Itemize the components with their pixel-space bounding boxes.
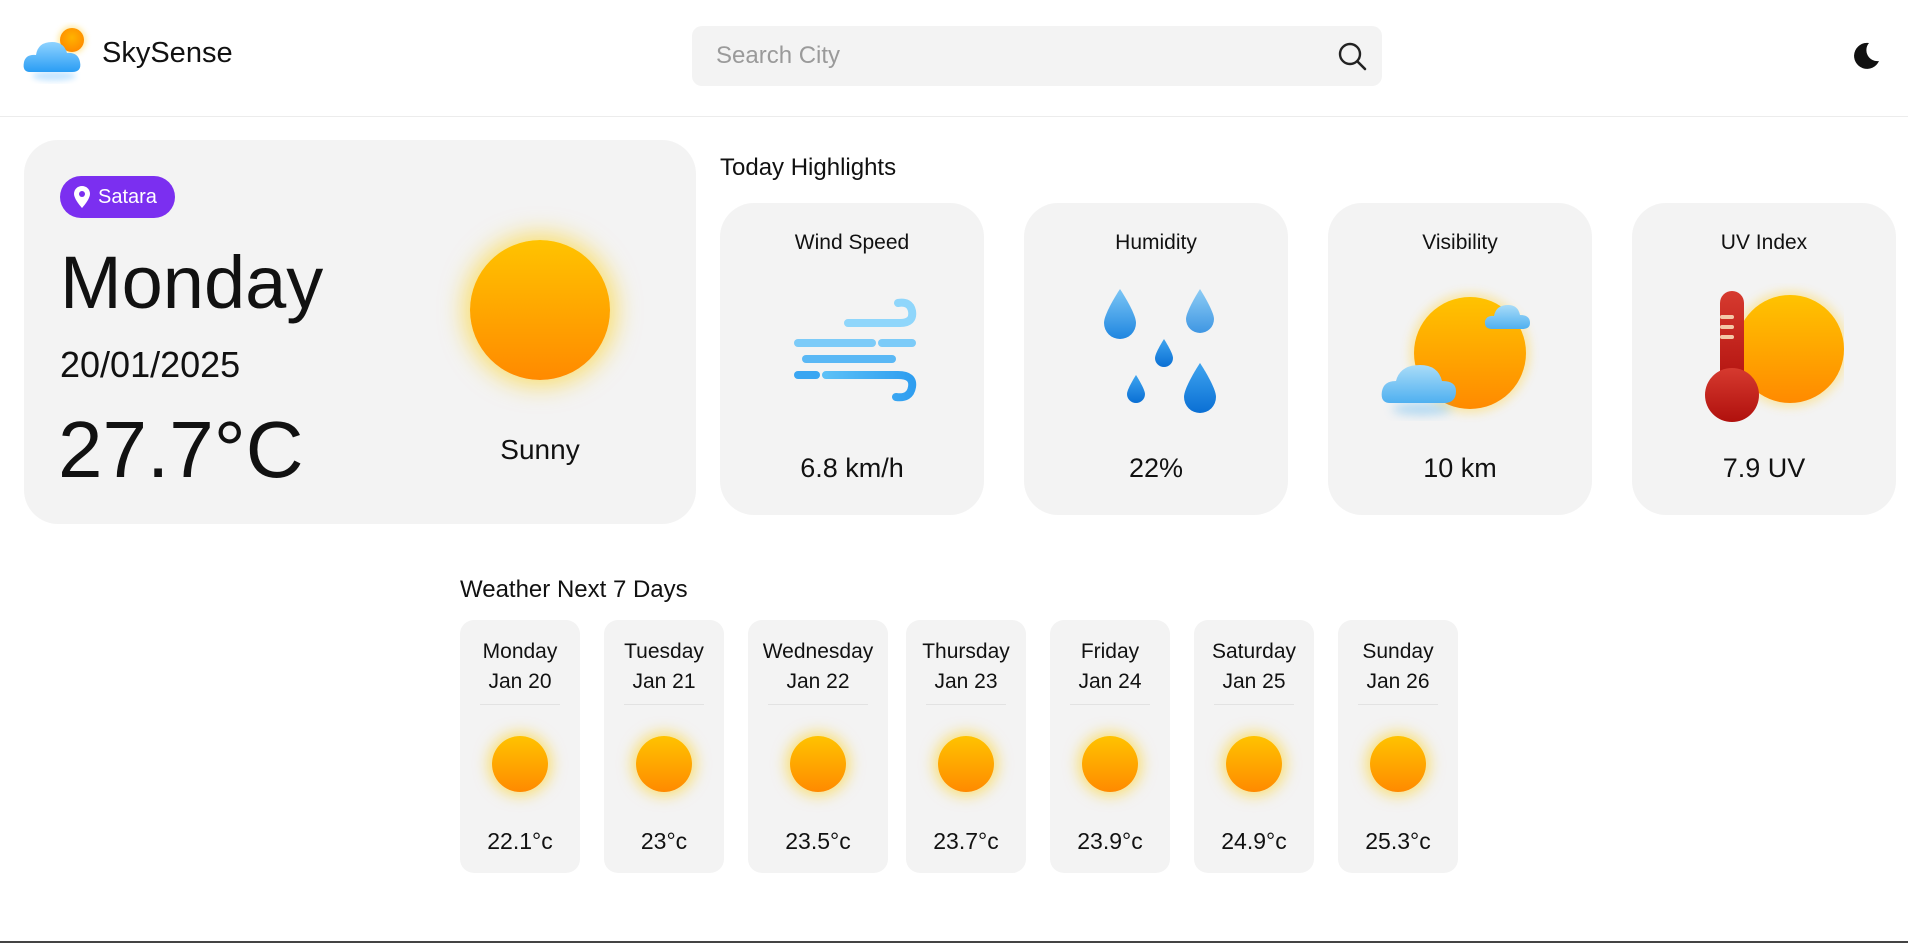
divider	[1070, 704, 1150, 705]
forecast-card: Wednesday Jan 22 23.5°c	[748, 620, 888, 873]
divider	[624, 704, 704, 705]
forecast-temperature: 23.7°c	[933, 828, 999, 854]
sun-icon	[1082, 736, 1138, 792]
moon-icon	[1854, 42, 1879, 69]
forecast-date: Jan 25	[1222, 670, 1286, 693]
wind-icon	[772, 283, 932, 423]
highlight-label: Visibility	[1422, 231, 1498, 254]
forecast-day: Tuesday	[624, 640, 704, 663]
highlight-card-wind-speed: Wind Speed 6.8 km/h	[720, 203, 984, 515]
forecast-temperature: 23.9°c	[1077, 828, 1143, 854]
divider	[1358, 704, 1438, 705]
forecast-day: Monday	[482, 640, 558, 663]
current-condition: Sunny	[500, 434, 580, 465]
forecast-card: Sunday Jan 26 25.3°c	[1338, 620, 1458, 873]
current-date: 20/01/2025	[60, 344, 241, 385]
sun-icon	[492, 736, 548, 792]
sun-cloud-icon	[1380, 283, 1540, 423]
highlight-value: 7.9 UV	[1722, 453, 1806, 483]
forecast-temperature: 23.5°c	[785, 828, 851, 854]
forecast-date: Jan 24	[1078, 670, 1142, 693]
sun-icon	[938, 736, 994, 792]
current-day: Monday	[60, 241, 324, 324]
raindrops-icon	[1076, 283, 1236, 423]
divider	[1214, 704, 1294, 705]
highlight-label: UV Index	[1720, 231, 1808, 254]
location-badge[interactable]: Satara	[60, 176, 175, 218]
sun-icon	[470, 240, 610, 380]
forecast-title: Weather Next 7 Days	[460, 576, 688, 603]
sun-icon	[790, 736, 846, 792]
search-button[interactable]	[1336, 40, 1368, 72]
forecast-temperature: 24.9°c	[1221, 828, 1287, 854]
forecast-card: Saturday Jan 25 24.9°c	[1194, 620, 1314, 873]
current-weather-card: Satara Monday 20/01/2025 27.7°C Sunny	[24, 140, 696, 524]
highlight-card-uv-index: UV Index 7.9 UV	[1632, 203, 1896, 515]
highlight-value: 6.8 km/h	[800, 453, 904, 483]
forecast-card: Friday Jan 24 23.9°c	[1050, 620, 1170, 873]
thermometer-sun-icon	[1684, 283, 1848, 423]
current-temperature: 27.7°C	[58, 405, 304, 494]
highlight-label: Wind Speed	[794, 231, 910, 254]
forecast-date: Jan 22	[786, 670, 850, 693]
location-pin-icon	[74, 186, 90, 208]
highlight-card-visibility: Visibility 10 km	[1328, 203, 1592, 515]
forecast-date: Jan 26	[1366, 670, 1430, 693]
theme-toggle-button[interactable]	[1850, 40, 1882, 72]
logo-cloud-sun-icon	[22, 22, 92, 84]
highlights-title: Today Highlights	[720, 154, 897, 181]
app-name: SkySense	[102, 36, 233, 69]
search-icon	[1338, 42, 1367, 71]
search-input[interactable]	[692, 26, 1312, 86]
forecast-day: Saturday	[1211, 640, 1297, 663]
location-name: Satara	[98, 185, 157, 208]
header: SkySense	[0, 0, 1908, 117]
divider	[926, 704, 1006, 705]
forecast-card: Monday Jan 20 22.1°c	[460, 620, 580, 873]
forecast-day: Wednesday	[762, 640, 874, 663]
forecast-date: Jan 20	[488, 670, 552, 693]
highlight-value: 10 km	[1423, 453, 1497, 483]
forecast-temperature: 25.3°c	[1365, 828, 1431, 854]
divider	[480, 704, 560, 705]
highlight-card-humidity: Humidity 22%	[1024, 203, 1288, 515]
forecast-temperature: 22.1°c	[487, 828, 553, 854]
sun-icon	[1370, 736, 1426, 792]
forecast-date: Jan 21	[632, 670, 696, 693]
sun-icon	[1226, 736, 1282, 792]
divider	[768, 704, 868, 705]
forecast-day: Sunday	[1362, 640, 1434, 663]
forecast-day: Friday	[1080, 640, 1140, 663]
forecast-date: Jan 23	[934, 670, 998, 693]
forecast-temperature: 23°c	[640, 828, 688, 854]
forecast-day: Thursday	[922, 640, 1010, 663]
search-bar	[692, 26, 1382, 86]
forecast-card: Tuesday Jan 21 23°c	[604, 620, 724, 873]
brand[interactable]: SkySense	[22, 22, 233, 84]
highlight-value: 22%	[1128, 453, 1184, 483]
sun-icon	[636, 736, 692, 792]
forecast-card: Thursday Jan 23 23.7°c	[906, 620, 1026, 873]
highlight-label: Humidity	[1115, 231, 1197, 254]
